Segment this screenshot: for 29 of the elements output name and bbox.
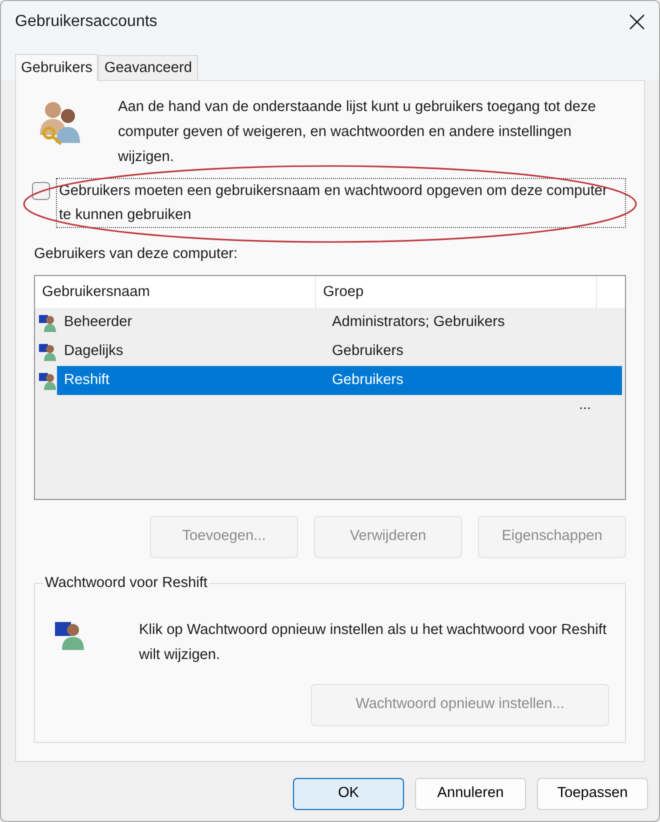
window-title: Gebruikersaccounts (15, 12, 158, 32)
list-row[interactable]: Dagelijks Gebruikers (57, 337, 622, 366)
overflow-mark: ... (578, 396, 592, 416)
checkbox-label[interactable]: Gebruikers moeten een gebruikersnaam en wachtwoord opgeven om deze computer te kunnen gebruiken (56, 178, 626, 228)
user-icon (39, 314, 57, 332)
tab[interactable]: Geavanceerd (98, 54, 198, 80)
dialog-button[interactable]: Annuleren (415, 778, 526, 810)
user-icon (39, 342, 57, 361)
list-row[interactable]: Beheerder Administrators; Gebruikers (57, 308, 622, 338)
tab[interactable]: Gebruikers (15, 54, 98, 81)
list-row[interactable]: Reshift Gebruikers (57, 366, 622, 396)
password-hint-text: Klik op Wachtwoord opnieuw instellen als u het wachtwoord voor Reshift wilt wijzigen. (139, 621, 608, 666)
user-icon (39, 372, 57, 390)
table-cell-text: Reshift (63, 371, 110, 390)
users-label: Gebruikers van deze computer: (34, 244, 239, 264)
column-header[interactable]: Gebruikersnaam (35, 276, 316, 308)
dialog-button[interactable]: Toepassen (537, 778, 648, 810)
table-cell-text: Administrators; Gebruikers (331, 313, 506, 332)
intro-text: Aan de hand van de onderstaande lijst kunt u gebruikers toegang tot deze computer geven of weigeren, en wachtwoorden en andere instellingen wijzigen. (118, 98, 597, 167)
table-cell-text: Gebruikers (331, 371, 404, 390)
table-cell-text: Gebruikers (331, 342, 404, 362)
checkbox[interactable] (32, 182, 50, 200)
group-title: Wachtwoord voor Reshift (44, 574, 208, 592)
table-cell-text: Beheerder (63, 313, 134, 332)
close-icon[interactable] (629, 14, 645, 30)
users-list[interactable]: Gebruikersnaam Groep Beheerder Administrators; Gebruikers Dagelijks Gebruikers Reshift Gebruikers ... (34, 275, 626, 500)
dialog-button[interactable]: OK (293, 778, 404, 810)
table-cell-text: Dagelijks (63, 342, 124, 362)
column-header[interactable]: Groep (316, 276, 597, 308)
